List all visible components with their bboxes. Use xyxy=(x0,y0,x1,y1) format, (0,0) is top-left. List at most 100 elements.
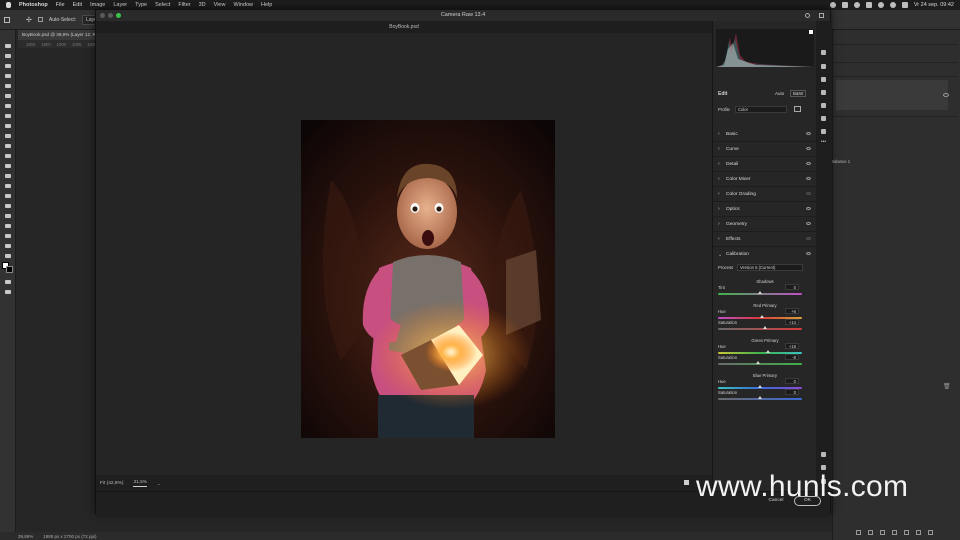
section-color-grading[interactable]: › Color Grading xyxy=(713,187,817,202)
zoom-icon[interactable] xyxy=(820,451,827,457)
visibility-eye-icon[interactable] xyxy=(806,207,811,210)
process-dropdown[interactable]: Version 5 (Current) xyxy=(737,264,803,271)
chevron-down-icon[interactable]: ⌄ xyxy=(157,481,160,486)
background-color-swatch[interactable] xyxy=(6,266,13,273)
visibility-eye-icon[interactable] xyxy=(806,162,811,165)
visibility-eye-icon[interactable] xyxy=(806,132,811,135)
search-icon[interactable] xyxy=(889,2,896,8)
crop-rotate-icon[interactable] xyxy=(820,63,827,69)
link-layers-icon[interactable] xyxy=(856,530,861,535)
crop-tool-icon[interactable] xyxy=(3,82,12,89)
trash-icon[interactable]: 🗑 xyxy=(943,383,951,390)
slider-thumb[interactable] xyxy=(758,291,762,294)
spot-removal-icon[interactable] xyxy=(820,76,827,82)
green-hue-value[interactable]: +19 xyxy=(785,343,799,349)
slider-thumb[interactable] xyxy=(756,361,760,364)
preview-canvas[interactable] xyxy=(96,33,712,475)
menu-image[interactable]: Image xyxy=(90,2,105,8)
gradient-tool-icon[interactable] xyxy=(3,162,12,169)
section-calibration[interactable]: ⌄ Calibration xyxy=(713,247,817,262)
frame-tool-icon[interactable] xyxy=(3,92,12,99)
adjustment-layer-tile[interactable] xyxy=(836,80,948,110)
marquee-tool-icon[interactable] xyxy=(3,52,12,59)
record-icon[interactable] xyxy=(829,2,836,8)
adjustment-brush-icon[interactable] xyxy=(820,89,827,95)
menu-view[interactable]: View xyxy=(214,2,226,8)
slider-thumb[interactable] xyxy=(758,385,762,388)
layer-visibility-eye-icon[interactable] xyxy=(943,93,949,97)
red-saturation-value[interactable]: +14 xyxy=(785,319,799,325)
profile-dropdown[interactable]: Color xyxy=(735,106,787,113)
more-options-icon[interactable]: ••• xyxy=(820,139,827,145)
layer-name[interactable]: Balance 1 xyxy=(831,159,850,164)
document-tab[interactable]: BoyBook.psd @ 39,9% (Layer 12, R... xyxy=(18,30,98,40)
bw-button[interactable]: B&W xyxy=(790,90,807,97)
menu-help[interactable]: Help xyxy=(261,2,272,8)
menu-filter[interactable]: Filter xyxy=(178,2,190,8)
close-window-icon[interactable] xyxy=(100,13,105,18)
menu-file[interactable]: File xyxy=(56,2,65,8)
type-tool-icon[interactable] xyxy=(3,202,12,209)
shape-tool-icon[interactable] xyxy=(3,222,12,229)
screen-mode-icon[interactable] xyxy=(3,288,12,295)
green-saturation-slider[interactable] xyxy=(718,363,802,365)
section-optics[interactable]: › Optics xyxy=(713,202,817,217)
section-effects[interactable]: › Effects xyxy=(713,232,817,247)
menu-type[interactable]: Type xyxy=(135,2,147,8)
magic-wand-tool-icon[interactable] xyxy=(3,72,12,79)
menu-select[interactable]: Select xyxy=(155,2,170,8)
more-tools-icon[interactable] xyxy=(3,252,12,259)
group-icon[interactable] xyxy=(904,530,909,535)
visibility-eye-icon[interactable] xyxy=(806,222,811,225)
menu-layer[interactable]: Layer xyxy=(113,2,127,8)
fullscreen-icon[interactable] xyxy=(819,13,824,18)
mask-icon[interactable] xyxy=(880,530,885,535)
edit-sliders-icon[interactable] xyxy=(820,49,827,55)
preview-image[interactable] xyxy=(301,120,555,438)
blue-hue-value[interactable]: 0 xyxy=(785,378,799,384)
quick-mask-icon[interactable] xyxy=(3,278,12,285)
zoom-tool-icon[interactable] xyxy=(3,242,12,249)
section-basic[interactable]: › Basic xyxy=(713,127,817,142)
status-icon-3[interactable] xyxy=(865,2,872,8)
menu-window[interactable]: Window xyxy=(233,2,253,8)
eyedropper-tool-icon[interactable] xyxy=(3,102,12,109)
brush-tool-icon[interactable] xyxy=(3,122,12,129)
section-curve[interactable]: › Curve xyxy=(713,142,817,157)
radial-filter-icon[interactable] xyxy=(820,115,827,121)
slider-thumb[interactable] xyxy=(766,350,770,353)
healing-brush-tool-icon[interactable] xyxy=(3,112,12,119)
graduated-filter-icon[interactable] xyxy=(820,102,827,108)
section-detail[interactable]: › Detail xyxy=(713,157,817,172)
hand-tool-icon[interactable] xyxy=(3,232,12,239)
home-icon[interactable] xyxy=(4,16,10,23)
history-brush-tool-icon[interactable] xyxy=(3,142,12,149)
auto-button[interactable]: Auto xyxy=(775,91,784,96)
visibility-eye-icon[interactable] xyxy=(806,147,811,150)
apple-icon[interactable] xyxy=(6,2,11,8)
new-layer-icon[interactable] xyxy=(916,530,921,535)
menu-app-name[interactable]: Photoshop xyxy=(19,2,48,8)
section-geometry[interactable]: › Geometry xyxy=(713,217,817,232)
minimize-window-icon[interactable] xyxy=(108,13,113,18)
blur-tool-icon[interactable] xyxy=(3,172,12,179)
clone-stamp-tool-icon[interactable] xyxy=(3,132,12,139)
shadows-tint-value[interactable]: 0 xyxy=(785,284,799,290)
wifi-icon[interactable] xyxy=(877,2,884,8)
slider-thumb[interactable] xyxy=(758,396,762,399)
slider-thumb[interactable] xyxy=(763,326,767,329)
zoom-fit-option[interactable]: Fit (42,8%) xyxy=(100,481,123,486)
control-center-icon[interactable] xyxy=(901,2,908,8)
menu-clock[interactable]: Vr 24 sep. 09:42 xyxy=(914,2,954,8)
auto-select-checkbox[interactable] xyxy=(37,17,43,22)
visibility-eye-icon[interactable] xyxy=(806,177,811,180)
status-zoom[interactable]: 39,86% xyxy=(18,534,33,539)
settings-gear-icon[interactable] xyxy=(805,13,810,18)
status-icon-2[interactable] xyxy=(853,2,860,8)
dodge-tool-icon[interactable] xyxy=(3,182,12,189)
adjustment-icon[interactable] xyxy=(892,530,897,535)
fx-icon[interactable] xyxy=(868,530,873,535)
before-after-icon[interactable] xyxy=(684,480,689,485)
menu-edit[interactable]: Edit xyxy=(73,2,82,8)
move-tool-icon[interactable]: ✢ xyxy=(26,16,32,24)
